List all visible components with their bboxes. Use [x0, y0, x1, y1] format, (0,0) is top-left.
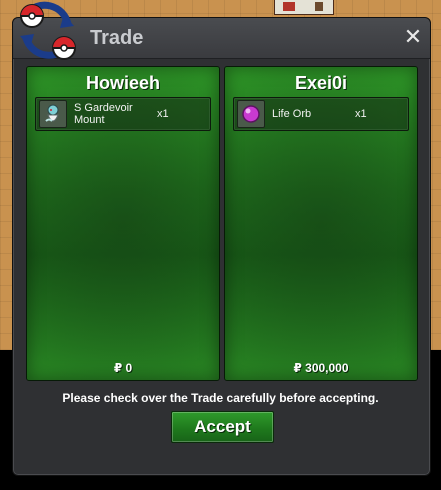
- close-icon[interactable]: ✕: [402, 26, 424, 48]
- item-quantity: x1: [157, 108, 169, 120]
- item-quantity: x1: [355, 108, 367, 120]
- trade-item-row[interactable]: Life Orb x1: [233, 97, 409, 131]
- background-sprite: [274, 0, 334, 15]
- accept-button[interactable]: Accept: [171, 411, 274, 443]
- window-title: Trade: [90, 27, 144, 49]
- item-name: Life Orb: [272, 108, 312, 120]
- trade-panel-right: Exei0i Life Orb x1 ₽ 300,000: [224, 66, 418, 381]
- player-name-left: Howieeh: [85, 73, 160, 93]
- trade-item-row[interactable]: S Gardevoir Mount x1: [35, 97, 211, 131]
- item-name: S Gardevoir Mount: [74, 102, 133, 126]
- gardevoir-mount-icon: [39, 100, 67, 128]
- trade-notice: Please check over the Trade carefully be…: [62, 391, 379, 405]
- trade-panel-left: Howieeh S Gardevoir Mount x1 ₽ 0: [26, 66, 220, 381]
- money-offer-left: ₽ 0: [113, 361, 133, 375]
- life-orb-icon: [237, 100, 265, 128]
- money-offer-right: ₽ 300,000: [293, 361, 349, 375]
- trade-logo-icon: [20, 1, 76, 60]
- player-name-right: Exei0i: [294, 73, 348, 93]
